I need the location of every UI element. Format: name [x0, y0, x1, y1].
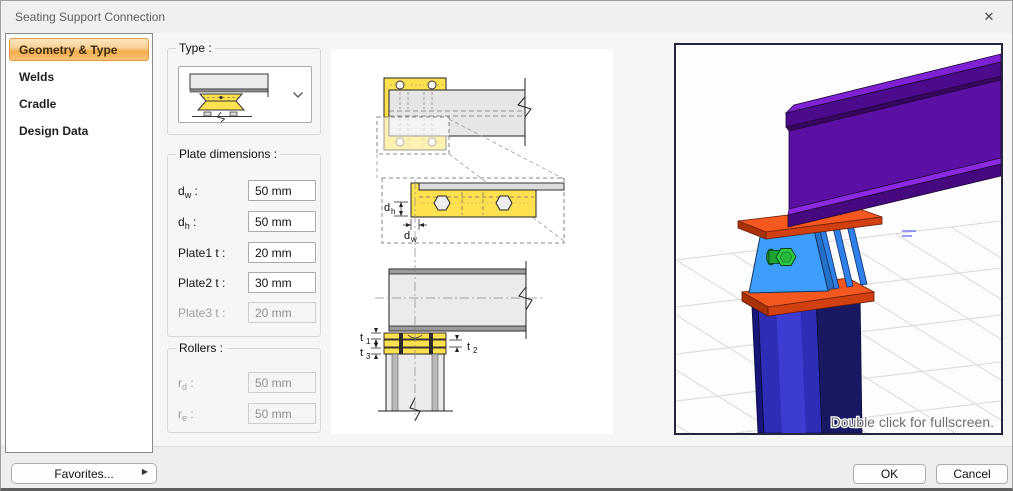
- connection-diagram: d h d w t 1 t 3 t 2: [331, 49, 613, 434]
- chevron-down-icon: [293, 92, 303, 98]
- plate3-t-input: [248, 302, 316, 323]
- preview-3d-viewport[interactable]: Double click for fullscreen.: [674, 43, 1003, 435]
- svg-text:2: 2: [473, 346, 478, 355]
- svg-text:t: t: [467, 341, 470, 353]
- dh-label: dh :: [178, 215, 197, 231]
- favorites-label: Favorites...: [54, 466, 114, 481]
- type-group-label: Type :: [176, 41, 215, 55]
- dw-input[interactable]: [248, 180, 316, 201]
- svg-text:1: 1: [366, 337, 371, 346]
- sidebar-item-geometry-type[interactable]: Geometry & Type: [9, 38, 149, 61]
- sidebar-item-cradle[interactable]: Cradle: [9, 92, 149, 115]
- svg-text:d: d: [404, 230, 410, 242]
- svg-text:d: d: [384, 202, 390, 214]
- rollers-label: Rollers :: [176, 341, 227, 355]
- cancel-button[interactable]: Cancel: [936, 464, 1008, 484]
- sidebar-item-welds[interactable]: Welds: [9, 65, 149, 88]
- rd-label: rd :: [178, 376, 194, 392]
- sidebar: Geometry & Type Welds Cradle Design Data: [5, 33, 153, 453]
- rd-input: [248, 372, 316, 393]
- type-option-icon: [189, 73, 269, 122]
- plate3-t-label: Plate3 t :: [178, 306, 226, 320]
- plate2-t-label: Plate2 t :: [178, 276, 226, 290]
- window-title: Seating Support Connection: [15, 10, 166, 24]
- fullscreen-hint: Double click for fullscreen.: [831, 414, 994, 430]
- bolt-3d: [766, 248, 797, 266]
- type-dropdown[interactable]: [178, 66, 312, 123]
- re-label: re :: [178, 407, 194, 423]
- close-icon[interactable]: ✕: [976, 7, 1002, 27]
- plate1-t-label: Plate1 t :: [178, 246, 226, 260]
- plate-dimensions-group: Plate dimensions : dw : dh : Plate1 t : …: [167, 147, 321, 337]
- sidebar-item-design-data[interactable]: Design Data: [9, 119, 149, 142]
- plate2-t-input[interactable]: [248, 272, 316, 293]
- rollers-group: Rollers : rd : re :: [167, 341, 321, 433]
- favorites-button[interactable]: Favorites... ▶: [11, 463, 157, 484]
- dh-input[interactable]: [248, 211, 316, 232]
- seating-support-connection-dialog: Seating Support Connection ✕ Geometry & …: [0, 0, 1013, 491]
- svg-text:3: 3: [366, 352, 371, 361]
- ok-button[interactable]: OK: [853, 464, 926, 484]
- svg-text:h: h: [391, 207, 395, 216]
- re-input: [248, 403, 316, 424]
- svg-text:t: t: [360, 332, 363, 344]
- plate1-t-input[interactable]: [248, 242, 316, 263]
- svg-text:w: w: [410, 235, 417, 244]
- titlebar: Seating Support Connection ✕: [1, 1, 1012, 33]
- plate-dimensions-label: Plate dimensions :: [176, 147, 281, 161]
- svg-text:t: t: [360, 347, 363, 359]
- dw-label: dw :: [178, 184, 198, 200]
- favorites-arrow-icon: ▶: [141, 467, 148, 476]
- type-group: Type :: [167, 41, 321, 135]
